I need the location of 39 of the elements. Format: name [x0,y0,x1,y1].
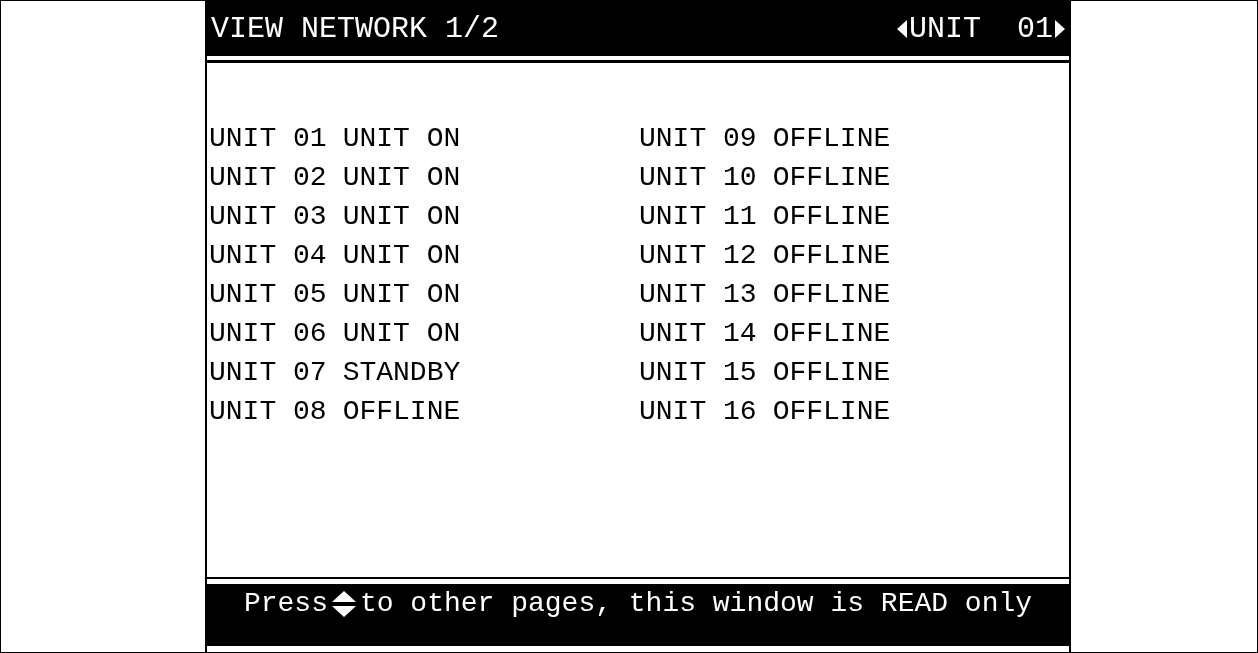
unit-status: UNIT ON [342,279,461,310]
unit-status: UNIT ON [342,240,461,271]
unit-status: OFFLINE [772,357,891,388]
unit-name: UNIT 10 [639,162,757,193]
unit-name: UNIT 08 [209,396,327,427]
unit-name: UNIT 02 [209,162,327,193]
footer-text: to other pages, this window is READ only [359,588,1033,619]
screen-title: VIEW NETWORK 1/2 [211,11,500,46]
unit-status: OFFLINE [772,396,891,427]
unit-status: UNIT ON [342,162,461,193]
unit-status: OFFLINE [772,240,891,271]
unit-name: UNIT 14 [639,318,757,349]
unit-name: UNIT 03 [209,201,327,232]
unit-name: UNIT 16 [639,396,757,427]
unit-selector[interactable]: UNIT 01 [908,11,1053,46]
unit-status: OFFLINE [772,201,891,232]
unit-name: UNIT 13 [639,279,757,310]
unit-name: UNIT 01 [209,123,327,154]
unit-name: UNIT 15 [639,357,757,388]
up-down-arrow-icon [331,590,356,617]
unit-status: UNIT ON [342,201,461,232]
right-triangle-icon [1055,19,1065,38]
left-triangle-icon [896,19,907,38]
unit-name: UNIT 12 [639,240,757,271]
unit-name: UNIT 11 [639,201,757,232]
unit-status: OFFLINE [772,318,891,349]
unit-status: OFFLINE [772,123,891,154]
unit-status: UNIT ON [342,318,461,349]
footer-text: Press [243,588,328,619]
unit-name: UNIT 05 [209,279,327,310]
unit-name: UNIT 04 [209,240,327,271]
unit-status: OFFLINE [772,279,891,310]
unit-name: UNIT 07 [209,357,327,388]
unit-name: UNIT 06 [209,318,327,349]
unit-name: UNIT 09 [639,123,757,154]
unit-status: UNIT ON [342,123,461,154]
unit-status: STANDBY [342,357,461,388]
unit-status: OFFLINE [342,396,461,427]
unit-status: OFFLINE [772,162,891,193]
